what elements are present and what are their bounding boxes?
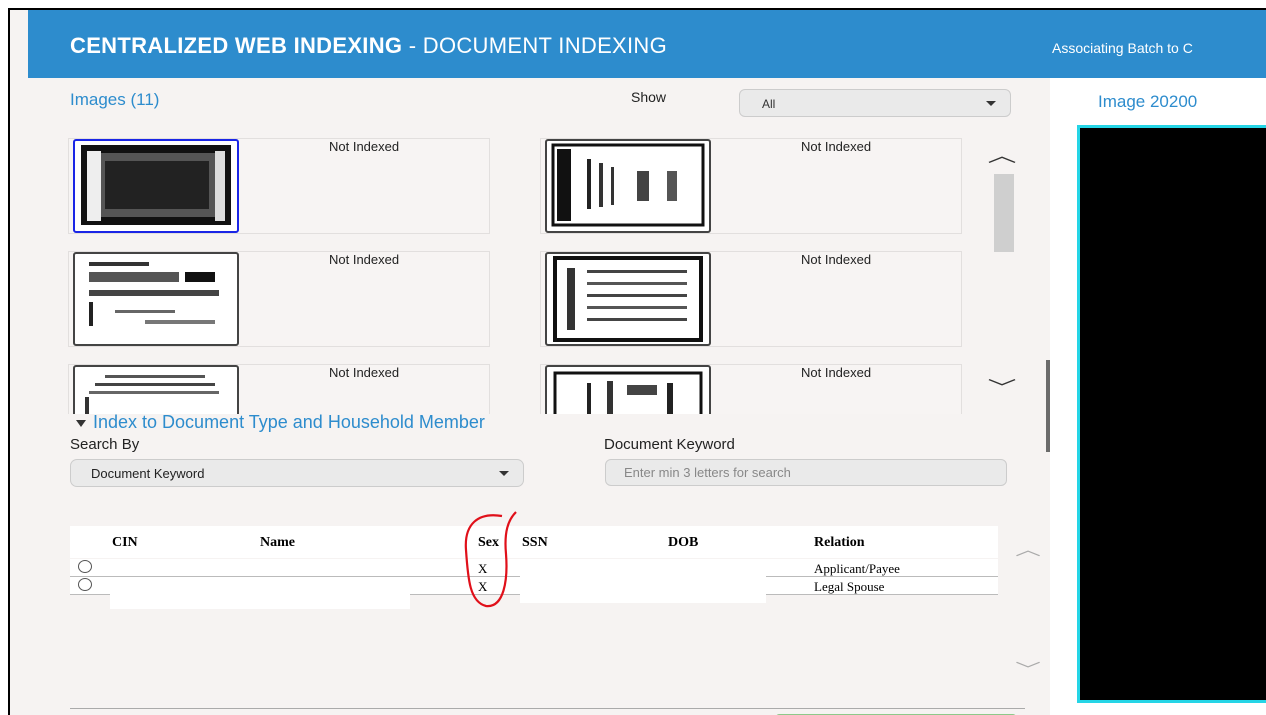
row-radio[interactable]	[78, 578, 92, 591]
document-keyword-input[interactable]	[605, 459, 1007, 486]
search-by-select[interactable]: Document Keyword	[70, 459, 524, 487]
cell-relation: Applicant/Payee	[814, 561, 900, 576]
image-grid-scrollbar[interactable]: ︿ ﹀	[988, 138, 1017, 414]
image-card[interactable]: Not Indexed	[540, 251, 962, 347]
show-label: Show	[631, 89, 667, 105]
thumbnail-image	[553, 256, 703, 342]
document-thumbnail[interactable]	[73, 139, 239, 233]
col-sex: Sex	[478, 535, 499, 550]
col-dob: DOB	[668, 535, 699, 550]
scrollbar-thumb[interactable]	[994, 174, 1014, 252]
title-light: - DOCUMENT INDEXING	[402, 33, 668, 58]
document-thumbnail[interactable]	[73, 252, 239, 346]
chevron-down-icon[interactable]: ﹀	[1015, 656, 1041, 680]
image-card[interactable]: Not Indexed	[68, 138, 490, 234]
cell-relation: Legal Spouse	[814, 579, 885, 594]
thumbnail-image	[551, 143, 705, 227]
images-title: Images (11)	[70, 90, 160, 109]
table-scrollbar[interactable]: ︿ ﹀	[1014, 528, 1042, 688]
image-card[interactable]: Not Indexed	[68, 364, 490, 414]
caret-down-icon	[499, 471, 509, 476]
col-ssn: SSN	[522, 535, 548, 550]
chevron-up-icon[interactable]: ︿	[1015, 536, 1041, 560]
app-header: CENTRALIZED WEB INDEXING - DOCUMENT INDE…	[28, 10, 1266, 78]
index-status: Not Indexed	[801, 365, 872, 380]
index-status: Not Indexed	[801, 252, 872, 267]
thumbnail-image	[89, 262, 219, 326]
caret-down-icon	[76, 419, 86, 427]
header-status-text: Associating Batch to C	[1052, 40, 1193, 56]
search-by-label: Search By	[70, 436, 140, 453]
redaction-block	[110, 577, 410, 609]
document-thumbnail[interactable]	[73, 365, 239, 414]
show-filter-value: All	[762, 97, 776, 111]
index-section-toggle[interactable]: Index to Document Type and Household Mem…	[76, 412, 485, 433]
index-status: Not Indexed	[329, 139, 400, 154]
thumbnail-image	[553, 371, 703, 414]
index-status: Not Indexed	[329, 365, 400, 380]
chevron-down-icon[interactable]: ﹀	[988, 374, 1017, 400]
image-card[interactable]: Not Indexed	[540, 364, 962, 414]
divider	[70, 708, 1025, 709]
index-status: Not Indexed	[801, 139, 872, 154]
left-panel: Images (11) Show All Not Indexed Not Ind…	[28, 78, 1068, 715]
redaction-block	[520, 559, 766, 603]
viewer-image-title: Image 20200	[1098, 92, 1198, 111]
image-viewer-canvas[interactable]	[1077, 125, 1266, 703]
caret-down-icon	[986, 101, 996, 106]
document-keyword-label: Document Keyword	[604, 436, 735, 453]
table-header: CIN Name Sex SSN DOB Relation	[70, 526, 998, 558]
col-cin: CIN	[112, 535, 138, 550]
document-thumbnail[interactable]	[545, 139, 711, 233]
show-filter-select[interactable]: All	[739, 89, 1011, 117]
image-card[interactable]: Not Indexed	[68, 251, 490, 347]
image-thumbnail-grid: Not Indexed Not Indexed Not Indexed Not	[68, 138, 1012, 414]
index-section-title: Index to Document Type and Household Mem…	[93, 412, 485, 432]
thumbnail-image	[85, 375, 219, 414]
col-relation: Relation	[814, 535, 865, 550]
cell-sex: X	[478, 579, 488, 594]
thumbnail-image	[81, 145, 231, 225]
image-card[interactable]: Not Indexed	[540, 138, 962, 234]
page-title: CENTRALIZED WEB INDEXING - DOCUMENT INDE…	[70, 33, 667, 59]
document-thumbnail[interactable]	[545, 365, 711, 414]
household-member-table: CIN Name Sex SSN DOB Relation X Applican…	[70, 526, 998, 715]
title-bold: CENTRALIZED WEB INDEXING	[70, 33, 403, 58]
app-window: CENTRALIZED WEB INDEXING - DOCUMENT INDE…	[8, 8, 1266, 715]
document-thumbnail[interactable]	[545, 252, 711, 346]
col-name: Name	[260, 535, 295, 550]
search-by-value: Document Keyword	[91, 466, 205, 481]
image-viewer-panel: Image 20200	[1050, 78, 1266, 715]
index-status: Not Indexed	[329, 252, 400, 267]
chevron-up-icon[interactable]: ︿	[988, 142, 1017, 168]
cell-sex: X	[478, 561, 488, 576]
row-radio[interactable]	[78, 560, 92, 573]
